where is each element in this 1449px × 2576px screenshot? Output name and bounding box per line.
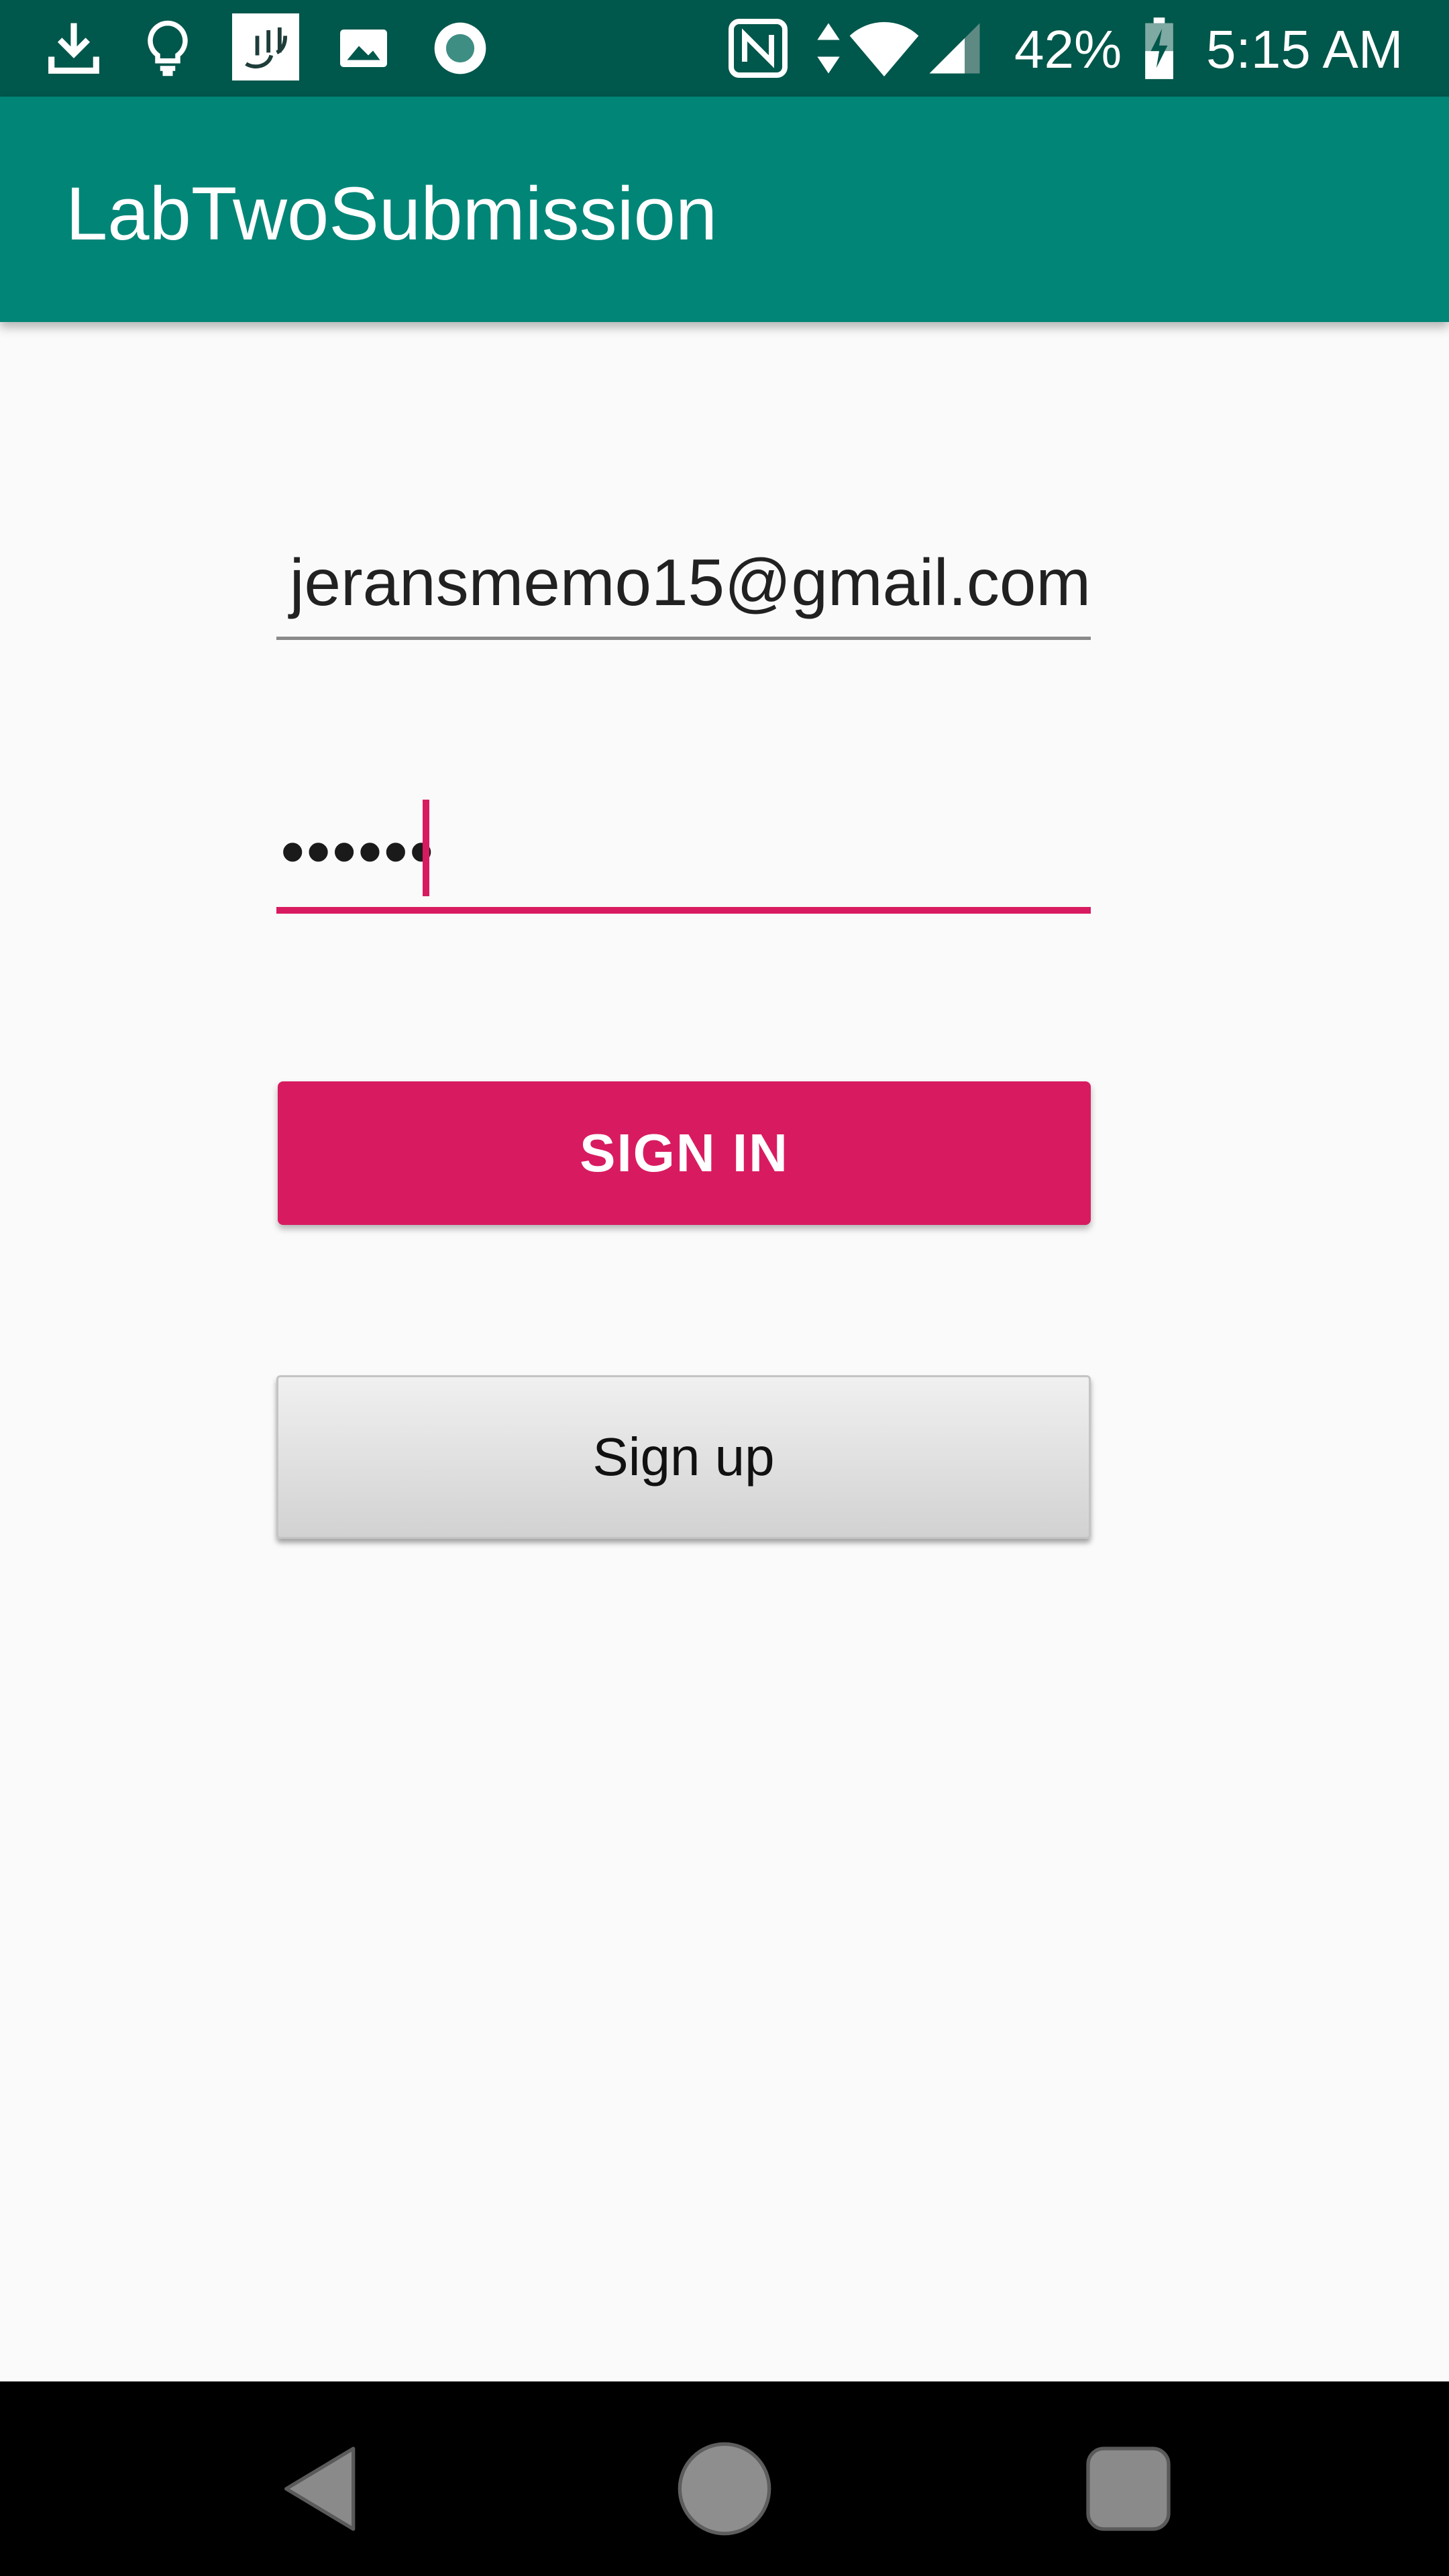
text-cursor [423, 800, 429, 896]
recents-icon[interactable] [1075, 2435, 1182, 2542]
password-field[interactable]: •••••• [276, 792, 1091, 914]
wifi-icon [849, 21, 919, 76]
app-title: LabTwoSubmission [66, 172, 718, 256]
data-arrows-icon [817, 23, 840, 74]
status-bar: 42% 5:15 AM [0, 0, 1449, 97]
navigation-bar [0, 2381, 1449, 2576]
lightbulb-icon [148, 20, 188, 76]
record-icon [434, 22, 486, 74]
nfc-icon [729, 19, 788, 78]
download-icon [48, 23, 99, 74]
clock: 5:15 AM [1206, 19, 1403, 79]
back-icon[interactable] [268, 2435, 376, 2542]
sign-up-button[interactable]: Sign up [276, 1375, 1091, 1539]
home-icon[interactable] [671, 2435, 778, 2542]
battery-charging-icon [1145, 17, 1173, 79]
password-value: •••••• [280, 813, 435, 891]
battery-percentage: 42% [1014, 19, 1122, 79]
signal-icon [929, 23, 980, 74]
password-underline [276, 907, 1091, 914]
email-field[interactable]: jeransmemo15@gmail.com [276, 530, 1091, 640]
email-underline [276, 637, 1091, 640]
image-icon [340, 30, 387, 67]
email-value: jeransmemo15@gmail.com [289, 545, 1091, 619]
sign-in-button[interactable]: SIGN IN [278, 1081, 1091, 1225]
calligraphy-app-icon [232, 13, 299, 80]
app-bar: LabTwoSubmission [0, 97, 1449, 322]
